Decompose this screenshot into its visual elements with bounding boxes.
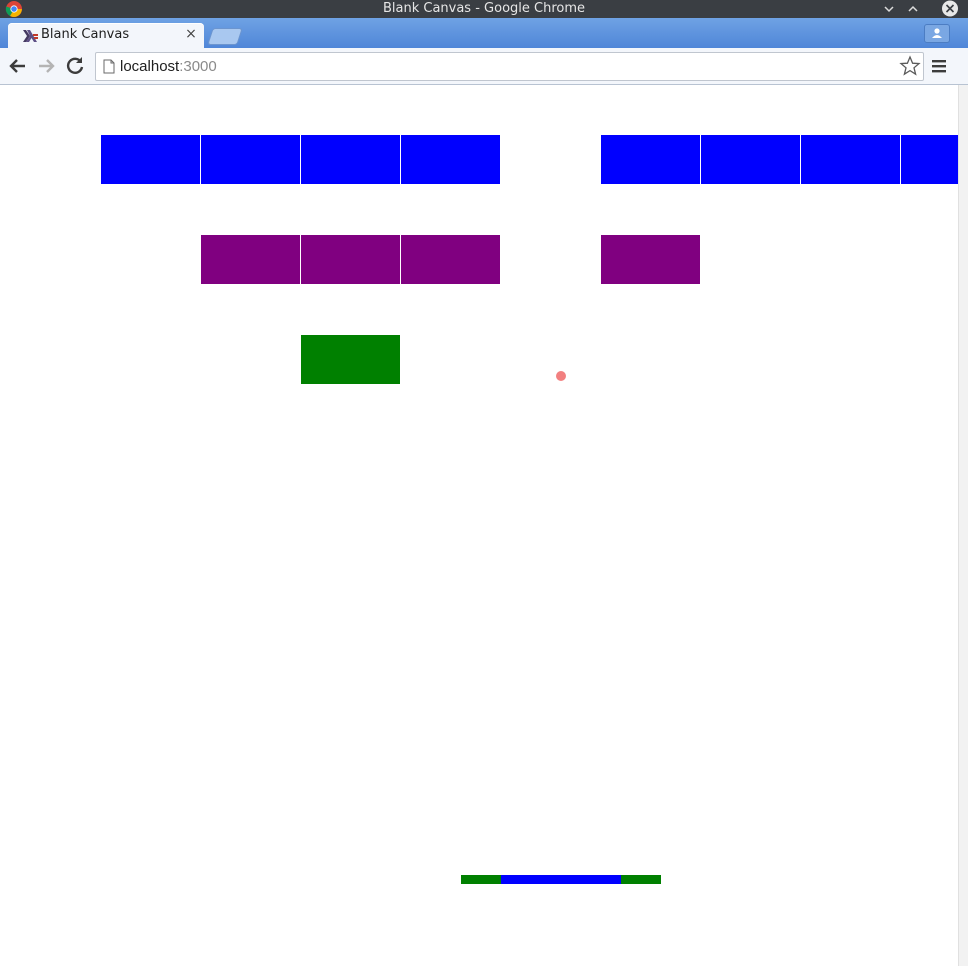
profile-button[interactable] xyxy=(924,24,950,43)
brick-blue xyxy=(201,135,300,184)
brick-purple xyxy=(401,235,500,284)
page-viewport xyxy=(0,85,958,966)
brick-blue xyxy=(701,135,800,184)
close-window-icon[interactable] xyxy=(938,0,962,18)
tab-blank-canvas[interactable]: Blank Canvas × xyxy=(8,23,204,48)
chrome-logo-icon xyxy=(5,1,22,18)
paddle-segment[interactable] xyxy=(581,875,621,884)
brick-blue xyxy=(401,135,500,184)
haskell-favicon-icon xyxy=(23,30,38,42)
menu-icon[interactable] xyxy=(928,56,950,76)
tab-close-icon[interactable]: × xyxy=(184,26,198,42)
tab-title: Blank Canvas xyxy=(41,27,130,42)
window-controls xyxy=(878,0,968,18)
url-text: localhost:3000 xyxy=(120,58,217,75)
brick-blue xyxy=(801,135,900,184)
window-titlebar: Blank Canvas - Google Chrome xyxy=(0,0,968,18)
brick-blue xyxy=(601,135,700,184)
maximize-icon[interactable] xyxy=(902,0,924,18)
paddle-segment[interactable] xyxy=(501,875,541,884)
brick-blue xyxy=(901,135,958,184)
new-tab-button[interactable] xyxy=(207,28,243,45)
brick-green xyxy=(301,335,400,384)
address-bar[interactable]: localhost:3000 xyxy=(95,52,924,81)
paddle-segment[interactable] xyxy=(621,875,661,884)
profile-icon xyxy=(932,28,942,38)
url-port: :3000 xyxy=(179,58,217,75)
reload-icon[interactable] xyxy=(62,53,88,79)
forward-arrow-icon[interactable] xyxy=(33,53,59,79)
brick-purple xyxy=(201,235,300,284)
paddle-segment[interactable] xyxy=(461,875,501,884)
brick-purple xyxy=(301,235,400,284)
vertical-scrollbar[interactable] xyxy=(958,85,968,966)
tab-strip: Blank Canvas × xyxy=(0,18,968,48)
game-canvas[interactable] xyxy=(0,85,958,966)
url-host: localhost xyxy=(120,58,180,75)
brick-blue xyxy=(301,135,400,184)
browser-toolbar: localhost:3000 xyxy=(0,48,968,85)
brick-blue xyxy=(101,135,200,184)
paddle-segment[interactable] xyxy=(541,875,581,884)
window-title: Blank Canvas - Google Chrome xyxy=(382,1,586,16)
brick-purple xyxy=(601,235,700,284)
minimize-icon[interactable] xyxy=(878,0,900,18)
back-arrow-icon[interactable] xyxy=(5,53,31,79)
ball xyxy=(556,371,566,381)
page-icon xyxy=(103,59,115,74)
bookmark-star-icon[interactable] xyxy=(899,55,921,77)
